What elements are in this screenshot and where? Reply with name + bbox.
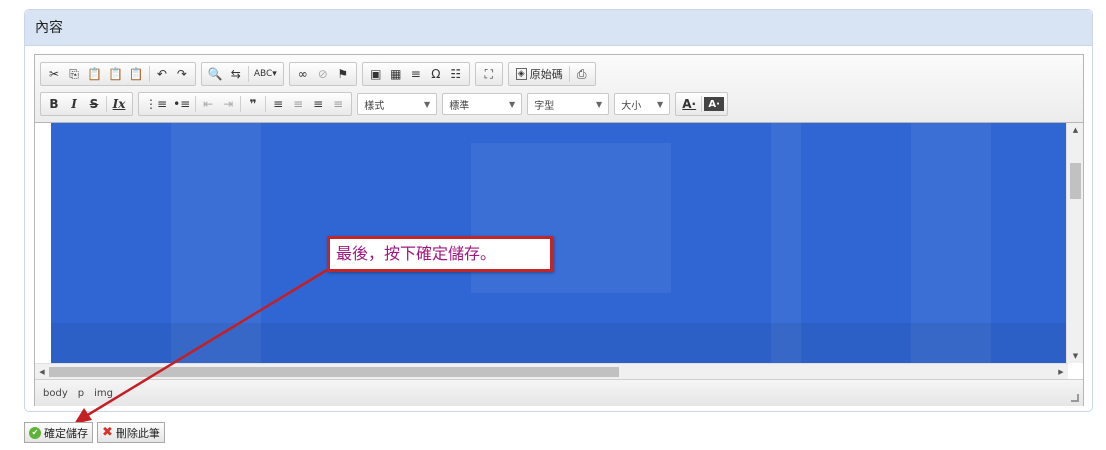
maximize-icon[interactable]: ⛶ <box>479 64 499 84</box>
print-icon[interactable]: ⎙ <box>572 64 592 84</box>
vertical-scrollbar[interactable]: ▲ ▼ <box>1066 123 1083 363</box>
vertical-scroll-thumb[interactable] <box>1070 163 1081 199</box>
styles-combo[interactable]: 樣式 ▼ <box>357 93 438 115</box>
chevron-down-icon: ▼ <box>424 99 431 109</box>
outdent-icon[interactable]: ⇤ <box>198 94 218 114</box>
toolbar-separator <box>148 66 150 82</box>
link-icon[interactable]: ∞ <box>293 64 313 84</box>
anchor-icon[interactable]: ⚑ <box>333 64 353 84</box>
toolbar-separator <box>247 66 249 82</box>
image-icon[interactable]: ▣ <box>366 64 386 84</box>
delete-button-label: 刪除此筆 <box>115 426 160 440</box>
format-combo[interactable]: 標準 ▼ <box>442 93 523 115</box>
undo-icon[interactable]: ↶ <box>152 64 172 84</box>
align-justify-icon[interactable]: ≡ <box>328 94 348 114</box>
scroll-down-icon[interactable]: ▼ <box>1067 349 1084 363</box>
find-group: 🔍 ⇆ ABC▾ <box>200 62 284 86</box>
toolbar-row-2: B I S Ix ⋮≡ •≡ ⇤ ⇥ ❞ ≡ ≡ ≡ ≡ 樣式 ▼ 標準 ▼ 字… <box>40 92 729 116</box>
redo-icon[interactable]: ↷ <box>172 64 192 84</box>
align-center-icon[interactable]: ≡ <box>288 94 308 114</box>
source-label: 原始碼 <box>529 68 563 81</box>
paste-text-icon[interactable]: 📋 <box>105 64 126 84</box>
align-right-icon[interactable]: ≡ <box>308 94 328 114</box>
indent-icon[interactable]: ⇥ <box>218 94 238 114</box>
delete-button[interactable]: ✖ 刪除此筆 <box>97 422 165 443</box>
chevron-down-icon: ▼ <box>596 99 603 109</box>
chevron-down-icon: ▼ <box>657 99 664 109</box>
format-combo-label: 標準 <box>449 100 470 112</box>
bold-button[interactable]: B <box>44 94 64 114</box>
rich-text-editor: ✂ ⎘ 📋 📋 📋 ↶ ↷ 🔍 ⇆ ABC▾ ∞ ⊘ ⚑ ▣ ▦ ≡ Ω ☷ ⛶… <box>34 54 1084 406</box>
copy-icon[interactable]: ⎘ <box>64 64 84 84</box>
background-color-button[interactable]: A· <box>704 97 725 111</box>
embedded-image[interactable] <box>51 123 1067 363</box>
toolbar-separator <box>701 96 703 112</box>
color-group: A· A· <box>675 92 729 116</box>
numbered-list-icon[interactable]: ⋮≡ <box>142 94 170 114</box>
resize-handle-icon[interactable] <box>1071 394 1079 402</box>
image-detail <box>51 323 1067 363</box>
italic-button[interactable]: I <box>64 94 84 114</box>
remove-format-button[interactable]: Ix <box>109 94 129 114</box>
format-group: B I S Ix <box>40 92 133 116</box>
link-group: ∞ ⊘ ⚑ <box>288 62 357 86</box>
toolbar-separator <box>106 96 107 112</box>
path-item-img[interactable]: img <box>94 388 113 399</box>
source-icon: ◈ <box>515 68 527 80</box>
size-combo-label: 大小 <box>621 100 642 112</box>
toolbar-separator <box>240 96 242 112</box>
text-color-button[interactable]: A· <box>679 94 699 114</box>
spellcheck-icon[interactable]: ABC▾ <box>251 64 280 84</box>
bulleted-list-icon[interactable]: •≡ <box>170 94 193 114</box>
horizontal-rule-icon[interactable]: ≡ <box>406 64 426 84</box>
content-panel: 內容 ✂ ⎘ 📋 📋 📋 ↶ ↷ 🔍 ⇆ ABC▾ ∞ ⊘ ⚑ ▣ ▦ ≡ Ω … <box>24 9 1093 412</box>
font-combo[interactable]: 字型 ▼ <box>527 93 610 115</box>
list-group: ⋮≡ •≡ ⇤ ⇥ ❞ ≡ ≡ ≡ ≡ <box>138 92 353 116</box>
chevron-down-icon: ▼ <box>509 99 516 109</box>
delete-x-icon: ✖ <box>102 425 113 440</box>
replace-icon[interactable]: ⇆ <box>226 64 246 84</box>
source-button[interactable]: ◈ 原始碼 <box>512 64 567 84</box>
horizontal-scroll-thumb[interactable] <box>49 367 619 377</box>
check-icon: ✔ <box>29 426 41 439</box>
strike-button[interactable]: S <box>84 94 104 114</box>
form-actions: ✔ 確定儲存 ✖ 刪除此筆 <box>24 422 165 443</box>
size-combo[interactable]: 大小 ▼ <box>614 93 671 115</box>
path-item-body[interactable]: body <box>43 388 68 399</box>
scroll-right-icon[interactable]: ▶ <box>1054 364 1068 380</box>
paste-word-icon[interactable]: 📋 <box>126 64 147 84</box>
source-group: ◈ 原始碼 ⎙ <box>507 62 596 86</box>
save-button[interactable]: ✔ 確定儲存 <box>24 422 93 443</box>
styles-combo-label: 樣式 <box>364 100 385 112</box>
special-char-icon[interactable]: Ω <box>426 64 446 84</box>
paste-icon[interactable]: 📋 <box>84 64 105 84</box>
cut-icon[interactable]: ✂ <box>44 64 64 84</box>
editor-content-area[interactable]: ▲ ▼ ◀ ▶ <box>35 123 1083 379</box>
clipboard-group: ✂ ⎘ 📋 📋 📋 ↶ ↷ <box>40 62 196 86</box>
toolbar-separator <box>568 66 570 82</box>
panel-title: 內容 <box>25 10 1092 46</box>
align-left-icon[interactable]: ≡ <box>268 94 288 114</box>
toolbar-separator <box>265 96 267 112</box>
iframe-icon[interactable]: ☷ <box>446 64 466 84</box>
unlink-icon[interactable]: ⊘ <box>313 64 333 84</box>
save-button-label: 確定儲存 <box>44 426 88 440</box>
scroll-up-icon[interactable]: ▲ <box>1067 123 1084 137</box>
blockquote-icon[interactable]: ❞ <box>243 94 263 114</box>
table-icon[interactable]: ▦ <box>386 64 406 84</box>
maximize-group: ⛶ <box>474 62 503 86</box>
font-combo-label: 字型 <box>534 100 555 112</box>
tutorial-callout: 最後，按下確定儲存。 <box>327 236 553 272</box>
find-icon[interactable]: 🔍 <box>205 64 226 84</box>
editor-toolbar: ✂ ⎘ 📋 📋 📋 ↶ ↷ 🔍 ⇆ ABC▾ ∞ ⊘ ⚑ ▣ ▦ ≡ Ω ☷ ⛶… <box>35 55 1083 123</box>
insert-group: ▣ ▦ ≡ Ω ☷ <box>361 62 470 86</box>
toolbar-separator <box>195 96 197 112</box>
horizontal-scrollbar[interactable]: ◀ ▶ <box>35 363 1068 379</box>
path-item-p[interactable]: p <box>78 388 84 399</box>
scroll-left-icon[interactable]: ◀ <box>35 364 49 380</box>
toolbar-row-1: ✂ ⎘ 📋 📋 📋 ↶ ↷ 🔍 ⇆ ABC▾ ∞ ⊘ ⚑ ▣ ▦ ≡ Ω ☷ ⛶… <box>40 62 596 86</box>
element-path-bar: body p img <box>35 379 1083 406</box>
